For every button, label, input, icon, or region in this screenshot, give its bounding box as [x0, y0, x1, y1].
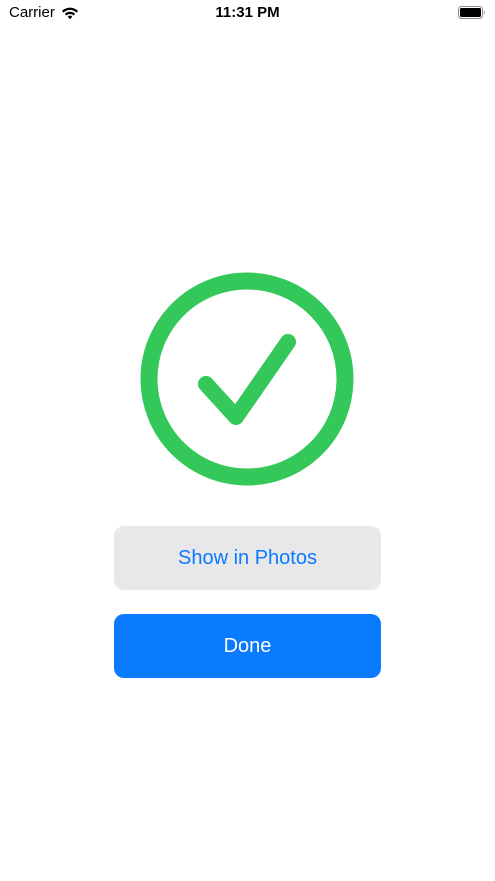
show-in-photos-label: Show in Photos	[178, 546, 317, 569]
status-bar: Carrier 11:31 PM	[0, 0, 495, 26]
battery-icon	[458, 6, 485, 19]
checkmark-circle-icon	[140, 272, 354, 486]
show-in-photos-button[interactable]: Show in Photos	[114, 526, 381, 590]
status-time: 11:31 PM	[215, 4, 280, 21]
export-complete-screen: Carrier 11:31 PM Show in Photos Done	[0, 0, 495, 881]
done-button[interactable]: Done	[114, 614, 381, 678]
done-label: Done	[223, 634, 272, 657]
